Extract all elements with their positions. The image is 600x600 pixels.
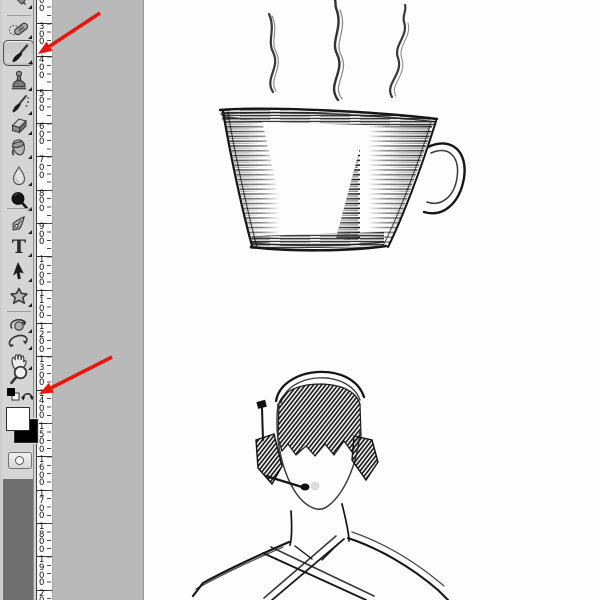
pasteboard (54, 0, 143, 600)
flyout-indicator (28, 131, 32, 135)
toolbar-separator (7, 208, 31, 209)
flyout-indicator (28, 253, 32, 257)
tool-spot-healing-brush[interactable] (5, 16, 33, 40)
tool-type[interactable]: T (5, 234, 33, 258)
mini-foreground-swatch (7, 388, 15, 396)
tool-3d-rotate[interactable] (5, 314, 33, 334)
toolbar-separator (7, 311, 31, 312)
tool-pen[interactable] (5, 211, 33, 235)
quick-mask-button[interactable] (8, 452, 32, 469)
vertical-ruler[interactable]: 2003004005006007008009001000110012001300… (36, 0, 53, 600)
tool-clone-stamp[interactable] (5, 68, 33, 92)
tool-brush[interactable] (3, 40, 34, 66)
flyout-indicator (28, 155, 32, 159)
flyout-indicator (28, 5, 32, 9)
tool-path-selection[interactable] (5, 259, 33, 283)
tool-eyedropper[interactable] (5, 0, 33, 10)
flyout-indicator (28, 303, 32, 307)
color-mini-controls (5, 387, 34, 405)
default-colors-icon[interactable] (7, 388, 20, 401)
tool-blur[interactable] (5, 163, 33, 187)
tool-zoom[interactable] (5, 364, 33, 386)
type-tool-glyph: T (12, 236, 26, 258)
foreground-color-swatch[interactable] (6, 407, 30, 431)
flyout-indicator (28, 182, 32, 186)
switch-colors-icon[interactable] (21, 393, 34, 401)
photoshop-workspace: T 00 300 400 500 600 700 800 900 1000 11… (0, 0, 600, 600)
toolbar-empty-area (3, 479, 33, 600)
quick-mask-circle-icon (15, 456, 24, 465)
tool-custom-shape[interactable] (5, 284, 33, 308)
flyout-indicator (28, 278, 32, 282)
flyout-indicator (28, 87, 32, 91)
flyout-indicator (28, 35, 32, 39)
tool-eraser[interactable] (5, 112, 33, 136)
magnifier-icon (10, 365, 28, 385)
tool-palette: T (0, 0, 38, 600)
tool-paint-bucket[interactable] (5, 136, 33, 160)
flyout-indicator (28, 60, 32, 64)
ruler-minor-ticks (47, 0, 51, 600)
document-canvas[interactable] (143, 0, 600, 600)
